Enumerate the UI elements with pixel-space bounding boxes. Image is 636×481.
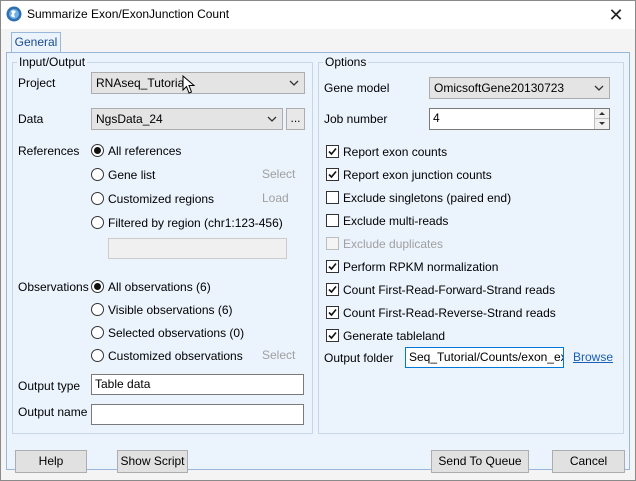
job-number-spin[interactable] (594, 109, 609, 129)
general-tab-page: Input/Output Project RNAseq_Tutorial Dat… (6, 52, 630, 470)
output-name-input[interactable] (91, 404, 304, 425)
output-folder-input[interactable]: Seq_Tutorial/Counts/exon_exon (405, 347, 564, 368)
exclude-duplicates-label: Exclude duplicates (343, 237, 444, 251)
close-button[interactable]: ✕ (597, 1, 635, 29)
reverse-strand-label: Count First-Read-Reverse-Strand reads (343, 306, 556, 320)
generate-tableland-label: Generate tableland (343, 329, 446, 343)
exclude-singletons-label: Exclude singletons (paired end) (343, 191, 512, 205)
rpkm-normalization-label: Perform RPKM normalization (343, 260, 499, 274)
input-output-legend: Input/Output (19, 55, 86, 69)
gene-list-radio[interactable] (91, 168, 104, 181)
project-select[interactable]: RNAseq_Tutorial (91, 72, 305, 94)
all-observations-radio[interactable] (91, 280, 104, 293)
checkmark-icon (328, 262, 337, 271)
customized-observations-radio[interactable] (91, 349, 104, 362)
job-number-label: Job number (324, 112, 388, 126)
gene-model-label: Gene model (324, 81, 390, 95)
chevron-up-icon (599, 112, 605, 115)
region-filter-input (108, 238, 287, 259)
forward-strand-checkbox[interactable] (326, 283, 339, 296)
job-number-stepper[interactable]: 4 (429, 108, 610, 130)
app-logo-icon (6, 6, 22, 22)
data-value: NgsData_24 (96, 112, 163, 126)
report-exon-counts-label: Report exon counts (343, 145, 448, 159)
report-exon-junction-counts-label: Report exon junction counts (343, 168, 492, 182)
selected-observations-radio[interactable] (91, 326, 104, 339)
exclude-multi-reads-label: Exclude multi-reads (343, 214, 449, 228)
browse-link[interactable]: Browse (573, 350, 613, 364)
send-to-queue-button[interactable]: Send To Queue (431, 450, 529, 473)
data-browse-button[interactable]: ... (286, 108, 305, 130)
spin-up-button[interactable] (595, 109, 609, 118)
dialog-client-area: General Input/Output Project RNAseq_Tuto… (1, 29, 635, 480)
checkmark-icon (328, 285, 337, 294)
project-label: Project (18, 76, 56, 90)
filtered-region-radio[interactable] (91, 216, 104, 229)
gene-model-select[interactable]: OmicsoftGene20130723 (429, 77, 610, 99)
exclude-singletons-checkbox[interactable] (326, 191, 339, 204)
all-references-label: All references (108, 144, 182, 158)
generate-tableland-checkbox[interactable] (326, 329, 339, 342)
gene-list-label: Gene list (108, 168, 156, 182)
filtered-region-label: Filtered by region (chr1:123-456) (108, 216, 283, 230)
checkmark-icon (328, 308, 337, 317)
observations-label: Observations (18, 280, 89, 294)
checkmark-icon (328, 331, 337, 340)
exclude-duplicates-checkbox (326, 237, 339, 250)
customized-observations-label: Customized observations (108, 349, 243, 363)
mouse-cursor-icon (182, 75, 196, 94)
customized-observations-select-link: Select (262, 348, 296, 362)
job-number-value: 4 (433, 111, 440, 125)
all-observations-label: All observations (6) (108, 280, 211, 294)
customized-regions-load-link: Load (262, 191, 289, 205)
window-title: Summarize Exon/ExonJunction Count (27, 7, 230, 21)
report-exon-junction-counts-checkbox[interactable] (326, 168, 339, 181)
references-label: References (18, 144, 80, 158)
output-type-field[interactable]: Table data (91, 374, 304, 395)
rpkm-normalization-checkbox[interactable] (326, 260, 339, 273)
checkmark-icon (328, 147, 337, 156)
tab-general[interactable]: General (11, 32, 61, 53)
output-name-label: Output name (18, 405, 88, 419)
show-script-button[interactable]: Show Script (117, 450, 188, 473)
chevron-down-icon (599, 122, 605, 125)
options-legend: Options (325, 55, 367, 69)
customized-regions-label: Customized regions (108, 192, 215, 206)
checkmark-icon (328, 170, 337, 179)
spin-down-button[interactable] (595, 118, 609, 127)
cancel-button[interactable]: Cancel (552, 450, 625, 473)
output-folder-label: Output folder (324, 351, 394, 365)
chevron-down-icon (289, 80, 299, 86)
title-bar: Summarize Exon/ExonJunction Count ✕ (1, 1, 635, 29)
close-icon: ✕ (608, 5, 624, 25)
data-select[interactable]: NgsData_24 (91, 108, 283, 130)
exclude-multi-reads-checkbox[interactable] (326, 214, 339, 227)
selected-observations-label: Selected observations (0) (108, 326, 245, 340)
chevron-down-icon (267, 116, 277, 122)
forward-strand-label: Count First-Read-Forward-Strand reads (343, 283, 556, 297)
visible-observations-label: Visible observations (6) (108, 303, 233, 317)
gene-model-value: OmicsoftGene20130723 (434, 81, 565, 95)
chevron-down-icon (594, 85, 604, 91)
help-button[interactable]: Help (15, 450, 87, 473)
output-type-label: Output type (18, 379, 81, 393)
all-references-radio[interactable] (91, 144, 104, 157)
project-value: RNAseq_Tutorial (96, 76, 187, 90)
customized-regions-radio[interactable] (91, 192, 104, 205)
data-label: Data (18, 112, 44, 126)
gene-list-select-link: Select (262, 167, 296, 181)
report-exon-counts-checkbox[interactable] (326, 145, 339, 158)
dialog-window: Summarize Exon/ExonJunction Count ✕ Gene… (0, 0, 636, 481)
reverse-strand-checkbox[interactable] (326, 306, 339, 319)
visible-observations-radio[interactable] (91, 303, 104, 316)
